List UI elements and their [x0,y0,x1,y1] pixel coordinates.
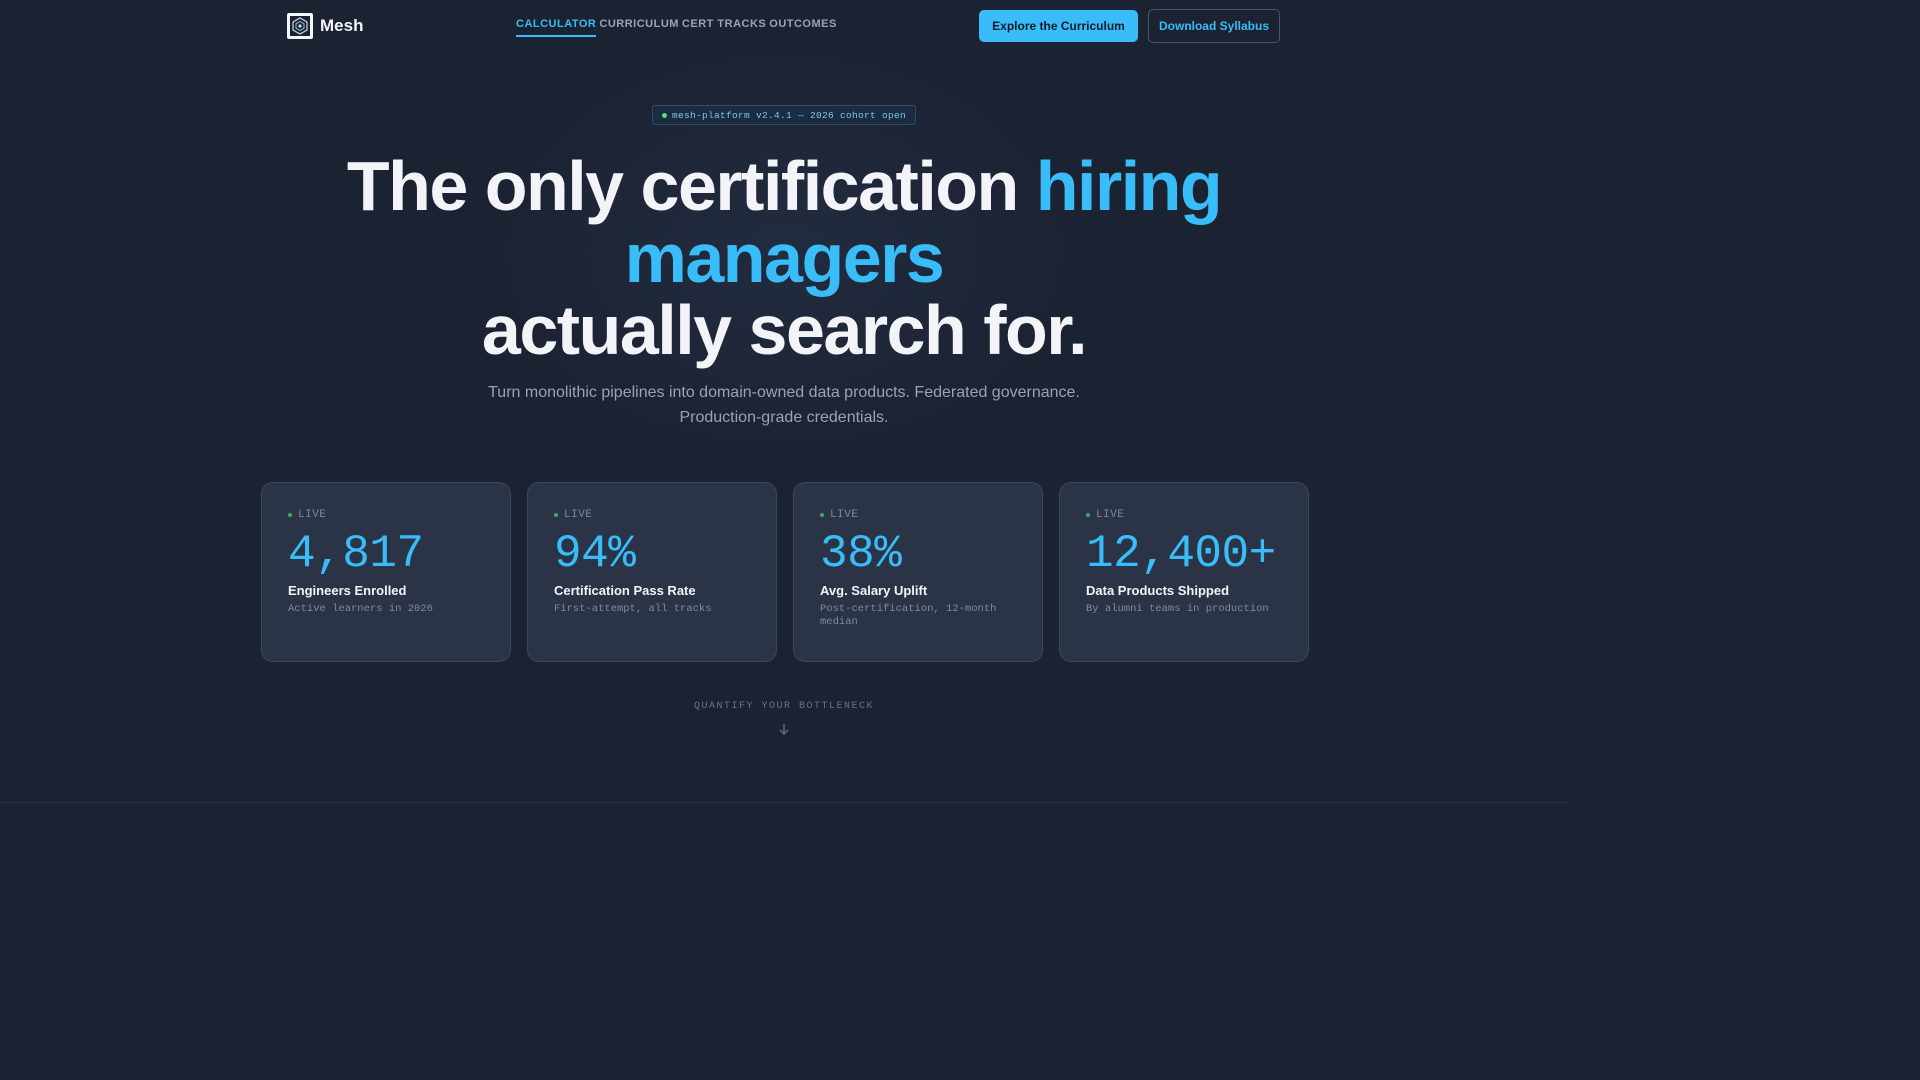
stat-description: By alumni teams in production [1086,603,1269,615]
live-dot-icon [1086,513,1090,517]
live-indicator: LIVE [820,509,1016,521]
subtitle-line1: Turn monolithic pipelines into domain-ow… [488,384,1080,401]
brand-name: Mesh [320,16,364,35]
stat-description: First-attempt, all tracks [554,603,712,615]
nav-link-curriculum[interactable]: CURRICULUM [599,18,679,37]
stat-description: Active learners in 2026 [288,603,433,615]
stat-card-enrolled: LIVE 4,817 Engineers Enrolled Active lea… [261,482,511,662]
arrow-down-icon[interactable] [777,722,791,736]
stat-card-pass-rate: LIVE 94% Certification Pass Rate First-a… [527,482,777,662]
stat-label: Data Products Shipped [1086,583,1230,598]
headline-part1: The only certification [346,147,1036,225]
live-dot-icon [820,513,824,517]
section-divider [0,802,1568,803]
explore-curriculum-button[interactable]: Explore the Curriculum [979,10,1138,42]
stat-card-salary-uplift: LIVE 38% Avg. Salary Uplift Post-certifi… [793,482,1043,662]
stat-value: 38% [820,528,902,580]
scroll-hint-label[interactable]: QUANTIFY YOUR BOTTLENECK [584,701,984,712]
version-badge: mesh-platform v2.4.1 — 2026 cohort open [652,105,916,125]
live-indicator: LIVE [288,509,484,521]
version-badge-text: mesh-platform v2.4.1 — 2026 cohort open [671,109,907,121]
stat-label: Certification Pass Rate [554,583,696,598]
headline-part2: actually search for. [481,291,1088,369]
top-nav: Mesh CALCULATOR CURRICULUM CERT TRACKS O… [0,0,1568,52]
status-dot-icon [661,112,667,118]
download-syllabus-button[interactable]: Download Syllabus [1148,9,1280,43]
live-label: LIVE [564,509,593,521]
nav-link-cert-tracks[interactable]: CERT TRACKS [682,18,766,37]
brand-logo[interactable]: Mesh [287,13,363,39]
stat-description: Post-certification, 12-month median [820,603,997,628]
hexagon-mesh-icon [287,13,313,39]
live-dot-icon [554,513,558,517]
stat-card-data-products: LIVE 12,400+ Data Products Shipped By al… [1059,482,1309,662]
subtitle-line2: Production-grade credentials. [679,409,889,426]
live-indicator: LIVE [1086,509,1282,521]
live-label: LIVE [298,509,327,521]
hero-subtitle: Turn monolithic pipelines into domain-ow… [484,380,1084,430]
hero-headline: The only certification hiring managers ac… [234,150,1334,366]
stat-label: Engineers Enrolled [288,583,407,598]
stats-grid: LIVE 4,817 Engineers Enrolled Active lea… [261,482,1309,662]
stat-label: Avg. Salary Uplift [820,583,928,598]
stat-value: 12,400+ [1086,528,1276,580]
live-dot-icon [288,513,292,517]
live-label: LIVE [830,509,859,521]
stat-value: 4,817 [288,528,424,580]
nav-links: CALCULATOR CURRICULUM CERT TRACKS OUTCOM… [516,18,837,37]
live-indicator: LIVE [554,509,750,521]
nav-link-calculator[interactable]: CALCULATOR [516,18,597,37]
nav-link-outcomes[interactable]: OUTCOMES [769,18,837,37]
stat-value: 94% [554,528,636,580]
live-label: LIVE [1096,509,1125,521]
